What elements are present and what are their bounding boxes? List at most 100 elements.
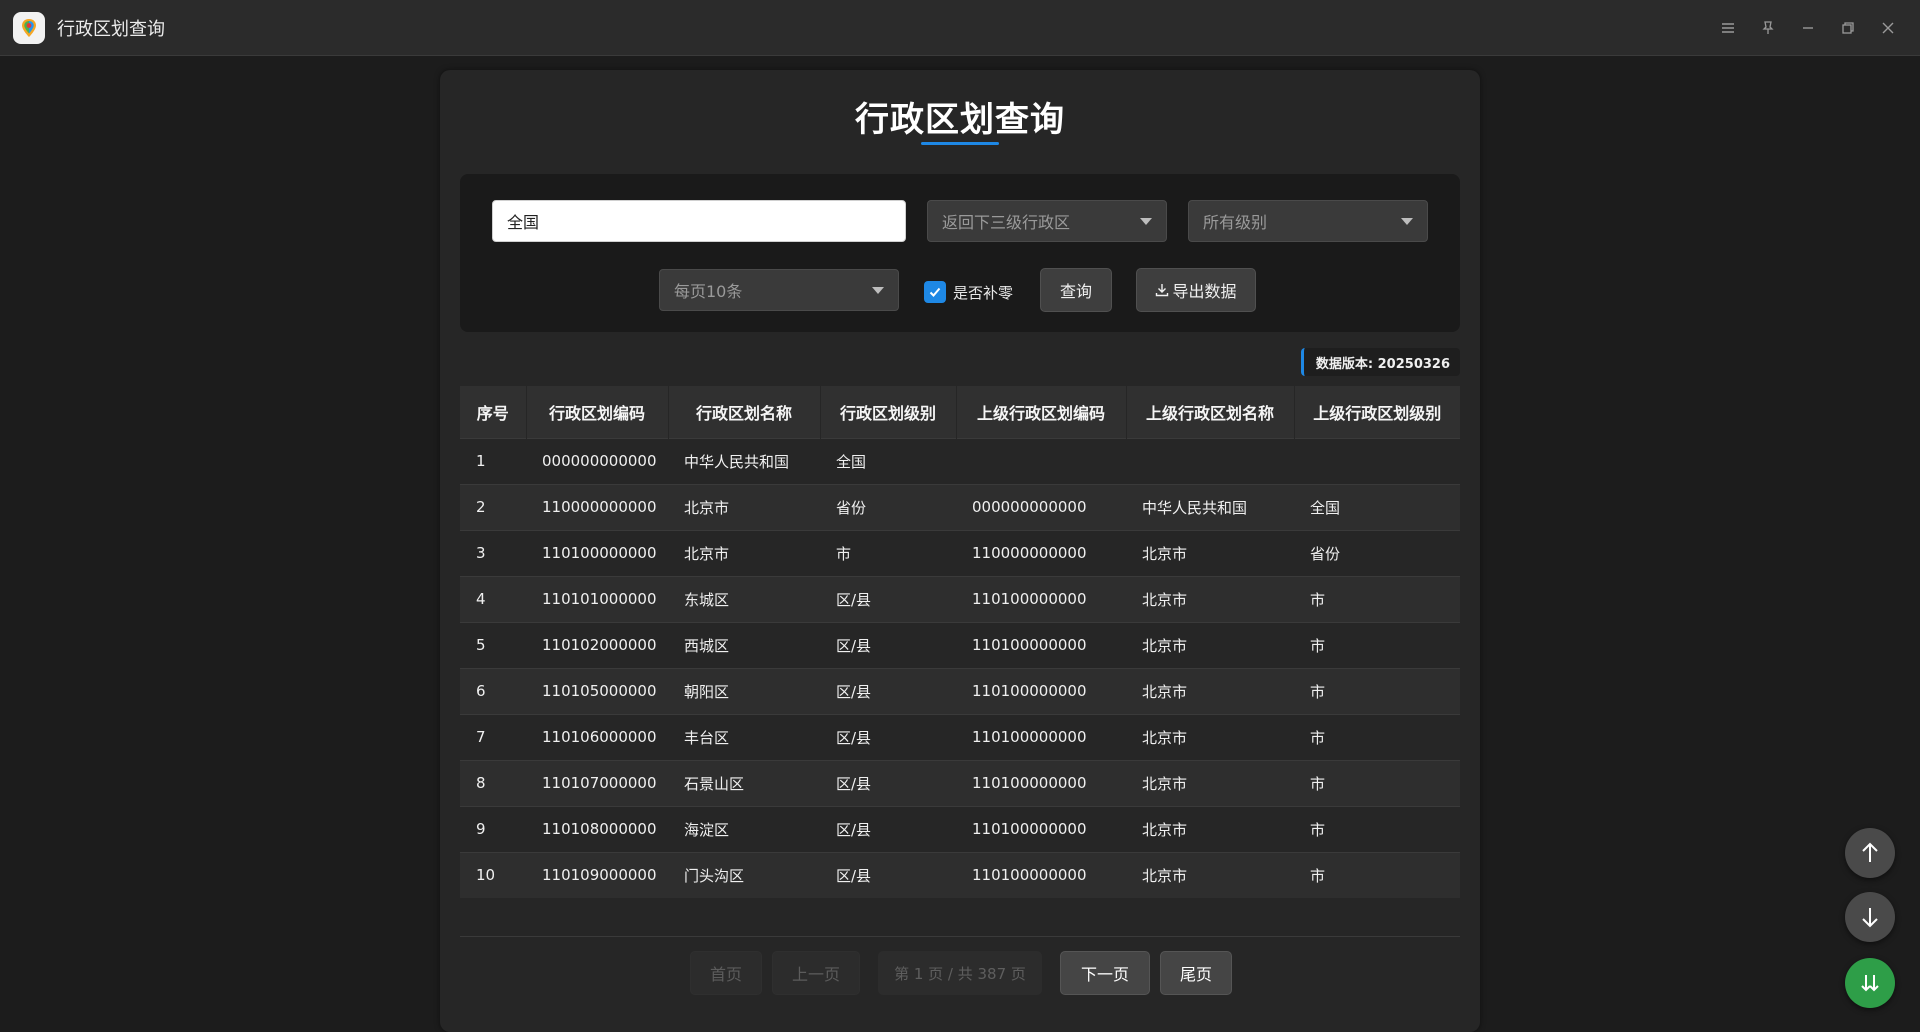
prev-page-label: 上一页 (791, 965, 840, 984)
title-underline (921, 142, 999, 145)
table-cell: 110100000000 (542, 544, 657, 562)
table-cell: 中华人民共和国 (684, 452, 790, 471)
query-button[interactable]: 查询 (1040, 268, 1112, 312)
table-cell: 北京市 (684, 544, 730, 563)
table-row[interactable]: 9 110108000000 海淀区 区/县 110100000000 北京市 市 (460, 806, 1460, 852)
table-cell: 10 (476, 866, 496, 885)
table-cell: 市 (1310, 590, 1326, 609)
table-row[interactable]: 3 110100000000 北京市 市 110000000000 北京市 省份 (460, 530, 1460, 576)
table-cell: 北京市 (1142, 682, 1188, 701)
first-page-button[interactable]: 首页 (690, 951, 762, 995)
export-button[interactable]: 导出数据 (1136, 268, 1256, 312)
column-header: 上级行政区划编码 (956, 386, 1127, 438)
chevron-down-icon (872, 287, 884, 294)
table-cell: 110100000000 (972, 774, 1087, 792)
table-cell: 北京市 (1142, 820, 1188, 839)
level-filter-select[interactable]: 所有级别 (1188, 200, 1428, 242)
table-cell: 北京市 (1142, 866, 1188, 885)
page-info-label: 第 1 页 / 共 387 页 (894, 964, 1026, 983)
prev-page-button[interactable]: 上一页 (772, 951, 860, 995)
table-cell: 1 (476, 452, 486, 470)
table-row[interactable]: 7 110106000000 丰台区 区/县 110100000000 北京市 市 (460, 714, 1460, 760)
table-row[interactable]: 8 110107000000 石景山区 区/县 110100000000 北京市 市 (460, 760, 1460, 806)
table-cell: 北京市 (1142, 636, 1188, 655)
page-title: 行政区划查询 (855, 100, 1065, 140)
table-cell: 区/县 (836, 682, 872, 701)
table-cell: 8 (476, 774, 486, 792)
menu-icon[interactable] (1708, 8, 1748, 48)
table-cell: 6 (476, 682, 486, 700)
restore-icon[interactable] (1828, 8, 1868, 48)
column-header: 序号 (460, 386, 527, 438)
table-cell: 110106000000 (542, 728, 657, 746)
close-icon[interactable] (1868, 8, 1908, 48)
table-header-row: 序号 行政区划编码 行政区划名称 行政区划级别 上级行政区划编码 上级行政区划名… (460, 386, 1460, 438)
next-page-button[interactable]: 下一页 (1060, 951, 1150, 995)
export-button-label: 导出数据 (1172, 282, 1237, 301)
title-bar: 行政区划查询 (0, 0, 1920, 56)
search-input[interactable] (492, 200, 906, 242)
table-cell: 5 (476, 636, 486, 654)
table-cell: 北京市 (684, 498, 730, 517)
pin-icon[interactable] (1748, 8, 1788, 48)
table-cell: 110100000000 (972, 636, 1087, 654)
double-arrow-down-icon (1861, 975, 1879, 992)
table-row[interactable]: 2 110000000000 北京市 省份 000000000000 中华人民共和国 全国 (460, 484, 1460, 530)
table-cell: 市 (1310, 820, 1326, 839)
table-cell: 北京市 (1142, 590, 1188, 609)
table-cell: 全国 (836, 452, 867, 471)
results-table: 序号 行政区划编码 行政区划名称 行政区划级别 上级行政区划编码 上级行政区划名… (460, 386, 1460, 898)
table-cell: 全国 (1310, 498, 1341, 517)
table-cell (1294, 438, 1460, 484)
table-cell: 市 (1310, 636, 1326, 655)
table-cell: 朝阳区 (684, 682, 730, 701)
table-cell: 西城区 (684, 636, 730, 655)
table-cell: 110109000000 (542, 866, 657, 885)
arrow-up-icon (1862, 842, 1878, 862)
map-pin-icon (13, 11, 45, 44)
column-header: 行政区划级别 (820, 386, 957, 438)
last-page-button[interactable]: 尾页 (1160, 951, 1232, 995)
last-page-label: 尾页 (1179, 965, 1212, 984)
table-cell: 区/县 (836, 590, 872, 609)
table-cell: 门头沟区 (684, 866, 745, 885)
table-cell: 石景山区 (684, 774, 745, 793)
arrow-down-icon (1862, 908, 1878, 928)
table-cell: 市 (1310, 774, 1326, 793)
table-row[interactable]: 1 000000000000 中华人民共和国 全国 (460, 438, 1460, 484)
minimize-icon[interactable] (1788, 8, 1828, 48)
data-version-badge: 数据版本: 20250326 (1300, 348, 1460, 376)
table-cell: 市 (1310, 728, 1326, 747)
level-filter-select-value: 所有级别 (1203, 213, 1268, 232)
table-row[interactable]: 4 110101000000 东城区 区/县 110100000000 北京市 市 (460, 576, 1460, 622)
page-size-select[interactable]: 每页10条 (659, 269, 899, 311)
table-cell: 东城区 (684, 590, 730, 609)
table-cell: 110107000000 (542, 774, 657, 792)
table-cell: 省份 (836, 498, 867, 517)
table-cell (1126, 438, 1294, 484)
return-level-select[interactable]: 返回下三级行政区 (927, 200, 1167, 242)
main-card: 行政区划查询 返回下三级行政区 所有级别 每页10条 是否补零 查询 (440, 70, 1480, 1032)
scroll-up-button[interactable] (1845, 828, 1895, 878)
table-cell (956, 438, 1126, 484)
table-cell: 110100000000 (972, 820, 1087, 838)
table-cell: 北京市 (1142, 728, 1188, 747)
column-header: 上级行政区划名称 (1126, 386, 1295, 438)
scroll-down-button[interactable] (1845, 892, 1895, 942)
table-row[interactable]: 6 110105000000 朝阳区 区/县 110100000000 北京市 市 (460, 668, 1460, 714)
checkmark-icon (929, 287, 941, 297)
table-cell: 110100000000 (972, 866, 1087, 885)
table-row[interactable]: 10 110109000000 门头沟区 区/县 110100000000 北京市 市 (460, 852, 1460, 898)
scroll-bottom-button[interactable] (1845, 958, 1895, 1008)
return-level-select-value: 返回下三级行政区 (942, 213, 1071, 232)
table-cell: 110100000000 (972, 590, 1087, 608)
page-size-select-value: 每页10条 (674, 282, 743, 301)
table-row[interactable]: 5 110102000000 西城区 区/县 110100000000 北京市 市 (460, 622, 1460, 668)
table-cell: 区/县 (836, 636, 872, 655)
table-cell: 110101000000 (542, 590, 657, 608)
table-cell: 3 (476, 544, 486, 562)
zero-pad-checkbox[interactable] (924, 281, 946, 303)
table-cell: 000000000000 (972, 498, 1087, 516)
table-cell: 市 (1310, 866, 1326, 885)
page-info: 第 1 页 / 共 387 页 (878, 951, 1042, 995)
